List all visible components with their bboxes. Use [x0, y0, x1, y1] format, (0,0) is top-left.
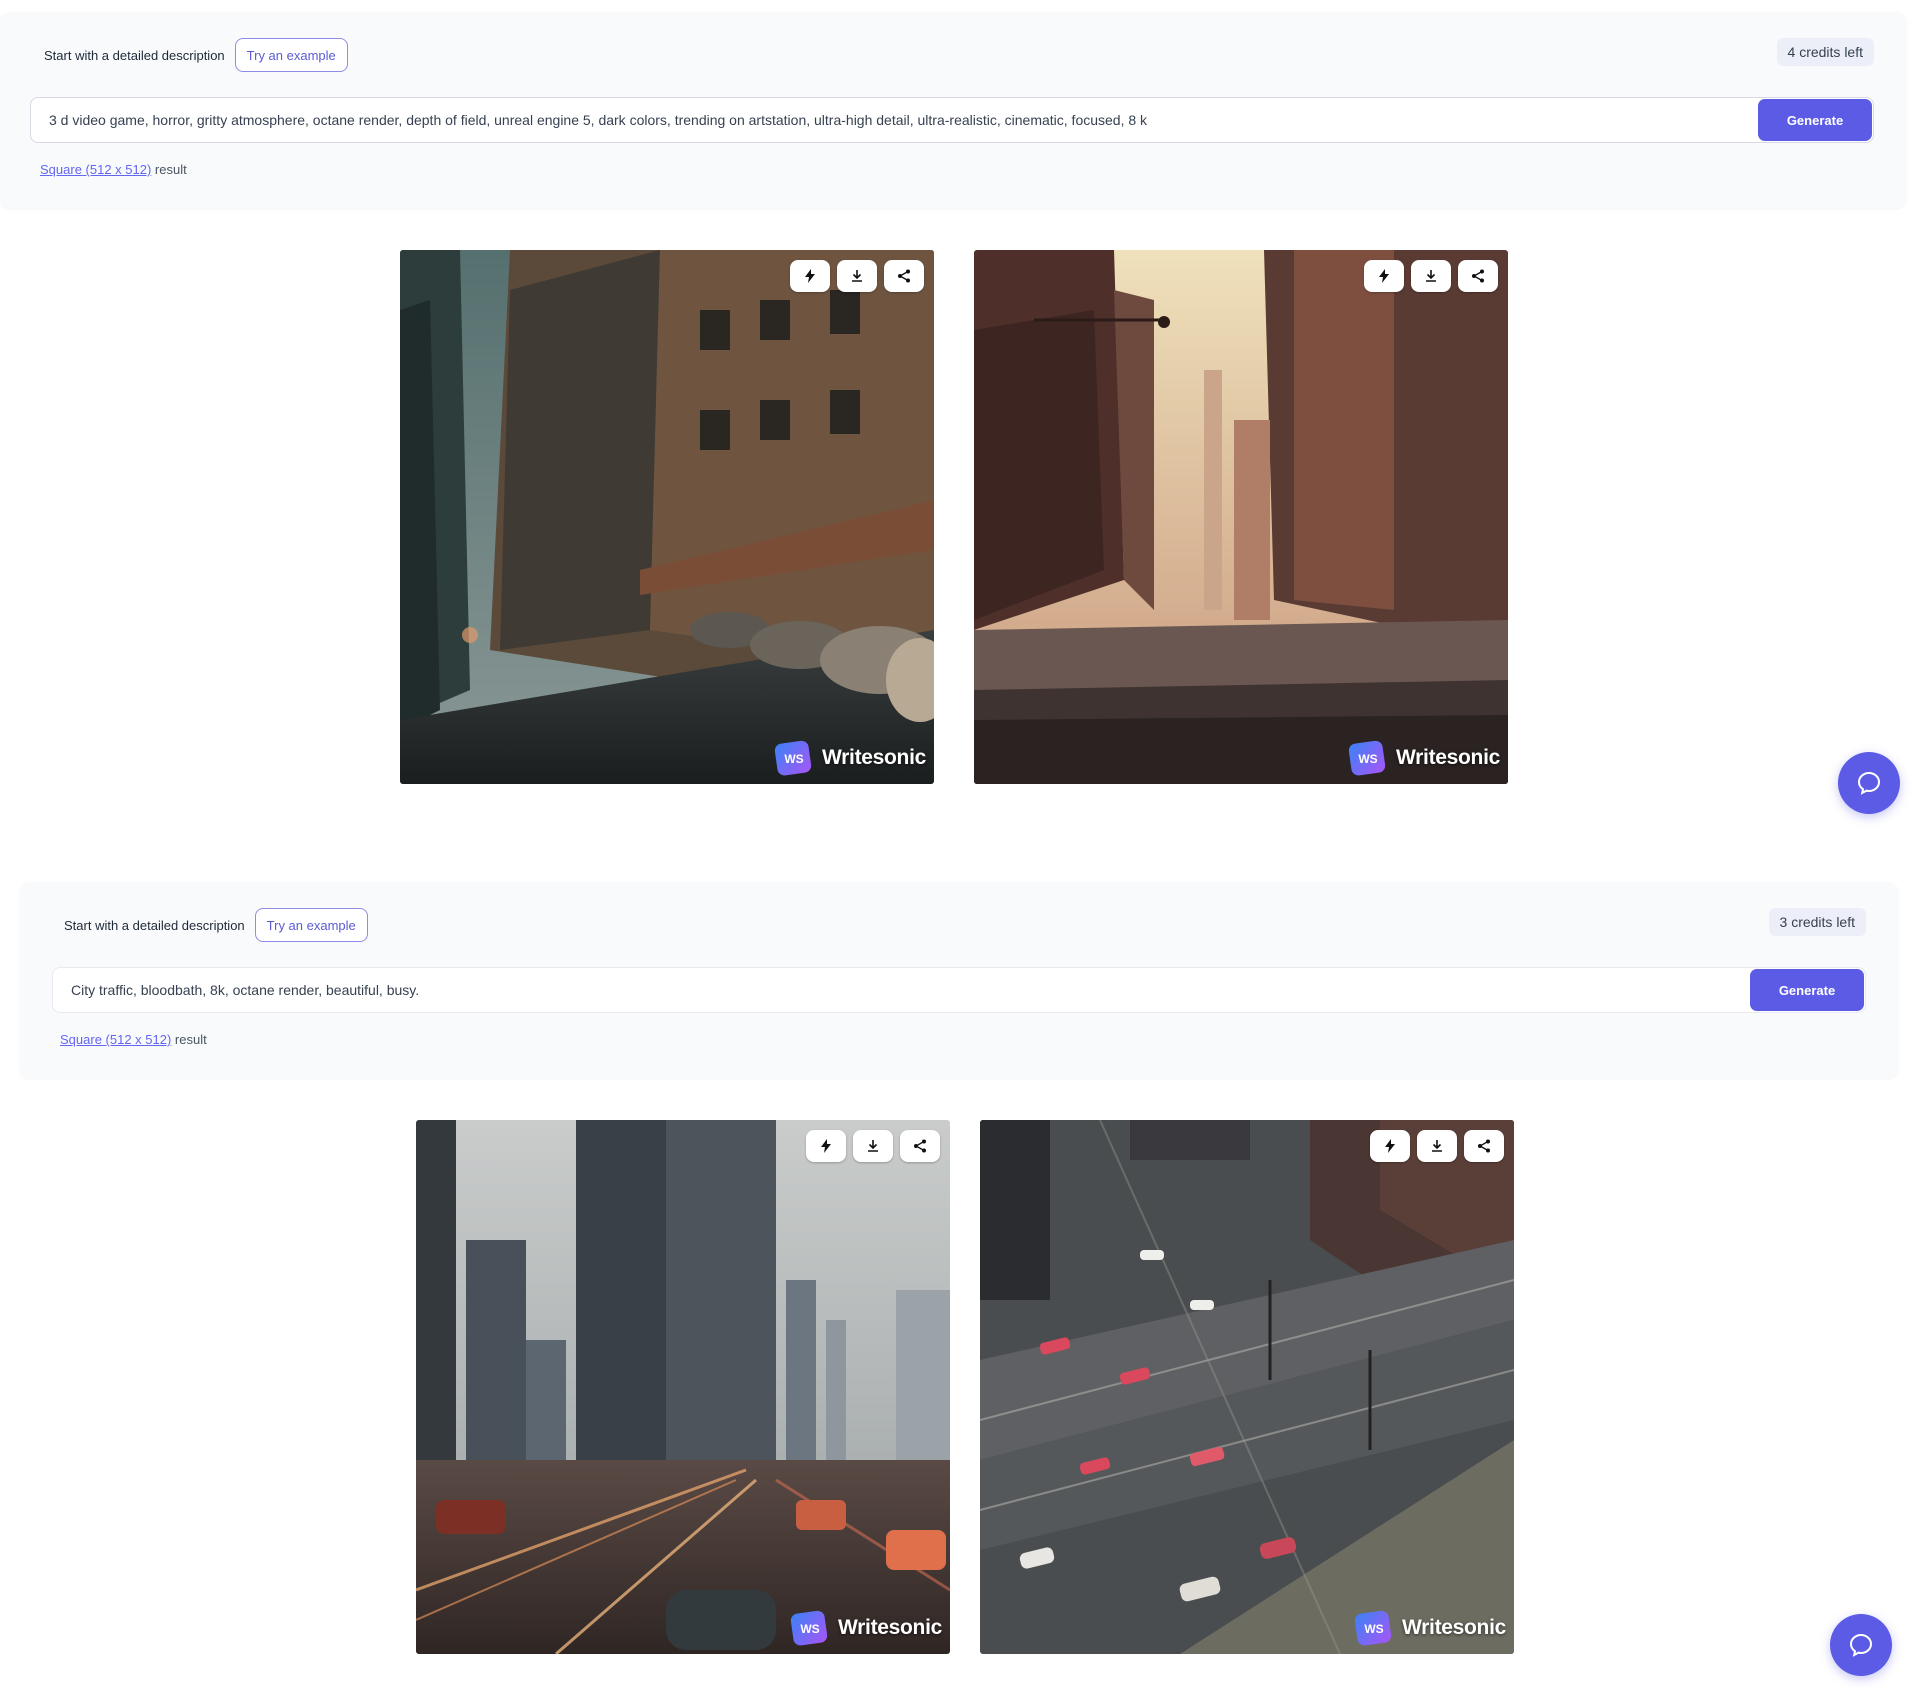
- description-label: Start with a detailed description: [44, 47, 225, 63]
- svg-text:WS: WS: [800, 1622, 819, 1636]
- try-example-button[interactable]: Try an example: [234, 38, 348, 72]
- bolt-icon[interactable]: [1370, 1130, 1410, 1162]
- generated-image[interactable]: [980, 1120, 1514, 1654]
- chat-bubble-icon: [1849, 1633, 1873, 1657]
- watermark: WS Writesonic: [1348, 738, 1500, 778]
- image-toolbar: [1370, 1130, 1504, 1162]
- download-icon[interactable]: [1411, 260, 1451, 292]
- writesonic-logo: WS: [1354, 1610, 1392, 1646]
- generated-image-card: WS Writesonic: [980, 1120, 1514, 1654]
- size-link[interactable]: Square (512 x 512): [40, 162, 151, 177]
- generated-image[interactable]: [400, 250, 934, 784]
- prompt-input[interactable]: [53, 968, 1750, 1012]
- generator-panel: Start with a detailed description Try an…: [20, 882, 1898, 1078]
- writesonic-logo: WS: [790, 1610, 828, 1646]
- prompt-bar: Generate: [52, 967, 1866, 1013]
- brand-name: Writesonic: [822, 746, 926, 769]
- bolt-icon[interactable]: [1364, 260, 1404, 292]
- try-example-button[interactable]: Try an example: [254, 908, 368, 942]
- description-row: Start with a detailed description Try an…: [64, 908, 368, 942]
- generator-panel: Start with a detailed description Try an…: [0, 12, 1906, 208]
- bolt-icon[interactable]: [806, 1130, 846, 1162]
- download-icon[interactable]: [837, 260, 877, 292]
- generated-image[interactable]: [416, 1120, 950, 1654]
- prompt-bar: Generate: [30, 97, 1874, 143]
- generated-image-card: WS Writesonic: [416, 1120, 950, 1654]
- generated-image-card: WS Writesonic: [400, 250, 934, 784]
- bolt-icon[interactable]: [790, 260, 830, 292]
- svg-text:WS: WS: [784, 752, 803, 766]
- chat-bubble-icon: [1857, 771, 1881, 795]
- brand-name: Writesonic: [838, 1616, 942, 1639]
- credits-badge: 3 credits left: [1768, 908, 1866, 936]
- size-option: Square (512 x 512) result: [60, 1032, 207, 1047]
- brand-name: Writesonic: [1402, 1616, 1506, 1639]
- size-suffix: result: [154, 162, 187, 177]
- prompt-input[interactable]: [31, 98, 1758, 142]
- image-toolbar: [790, 260, 924, 292]
- share-icon[interactable]: [900, 1130, 940, 1162]
- generated-image[interactable]: [974, 250, 1508, 784]
- generated-image-card: WS Writesonic: [974, 250, 1508, 784]
- generate-button[interactable]: Generate: [1750, 969, 1864, 1011]
- download-icon[interactable]: [853, 1130, 893, 1162]
- share-icon[interactable]: [1458, 260, 1498, 292]
- share-icon[interactable]: [1464, 1130, 1504, 1162]
- writesonic-logo: WS: [1348, 740, 1386, 776]
- share-icon[interactable]: [884, 260, 924, 292]
- generate-button[interactable]: Generate: [1758, 99, 1872, 141]
- size-option: Square (512 x 512) result: [40, 162, 187, 177]
- image-toolbar: [806, 1130, 940, 1162]
- description-label: Start with a detailed description: [64, 917, 245, 933]
- image-toolbar: [1364, 260, 1498, 292]
- watermark: WS Writesonic: [790, 1608, 942, 1648]
- watermark: WS Writesonic: [1354, 1608, 1506, 1648]
- brand-name: Writesonic: [1396, 746, 1500, 769]
- credits-badge: 4 credits left: [1776, 38, 1874, 66]
- chat-button[interactable]: [1838, 752, 1900, 814]
- chat-button[interactable]: [1830, 1614, 1892, 1676]
- size-link[interactable]: Square (512 x 512): [60, 1032, 171, 1047]
- svg-text:WS: WS: [1364, 1622, 1383, 1636]
- svg-text:WS: WS: [1358, 752, 1377, 766]
- size-suffix: result: [174, 1032, 207, 1047]
- description-row: Start with a detailed description Try an…: [44, 38, 348, 72]
- watermark: WS Writesonic: [774, 738, 926, 778]
- writesonic-logo: WS: [774, 740, 812, 776]
- download-icon[interactable]: [1417, 1130, 1457, 1162]
